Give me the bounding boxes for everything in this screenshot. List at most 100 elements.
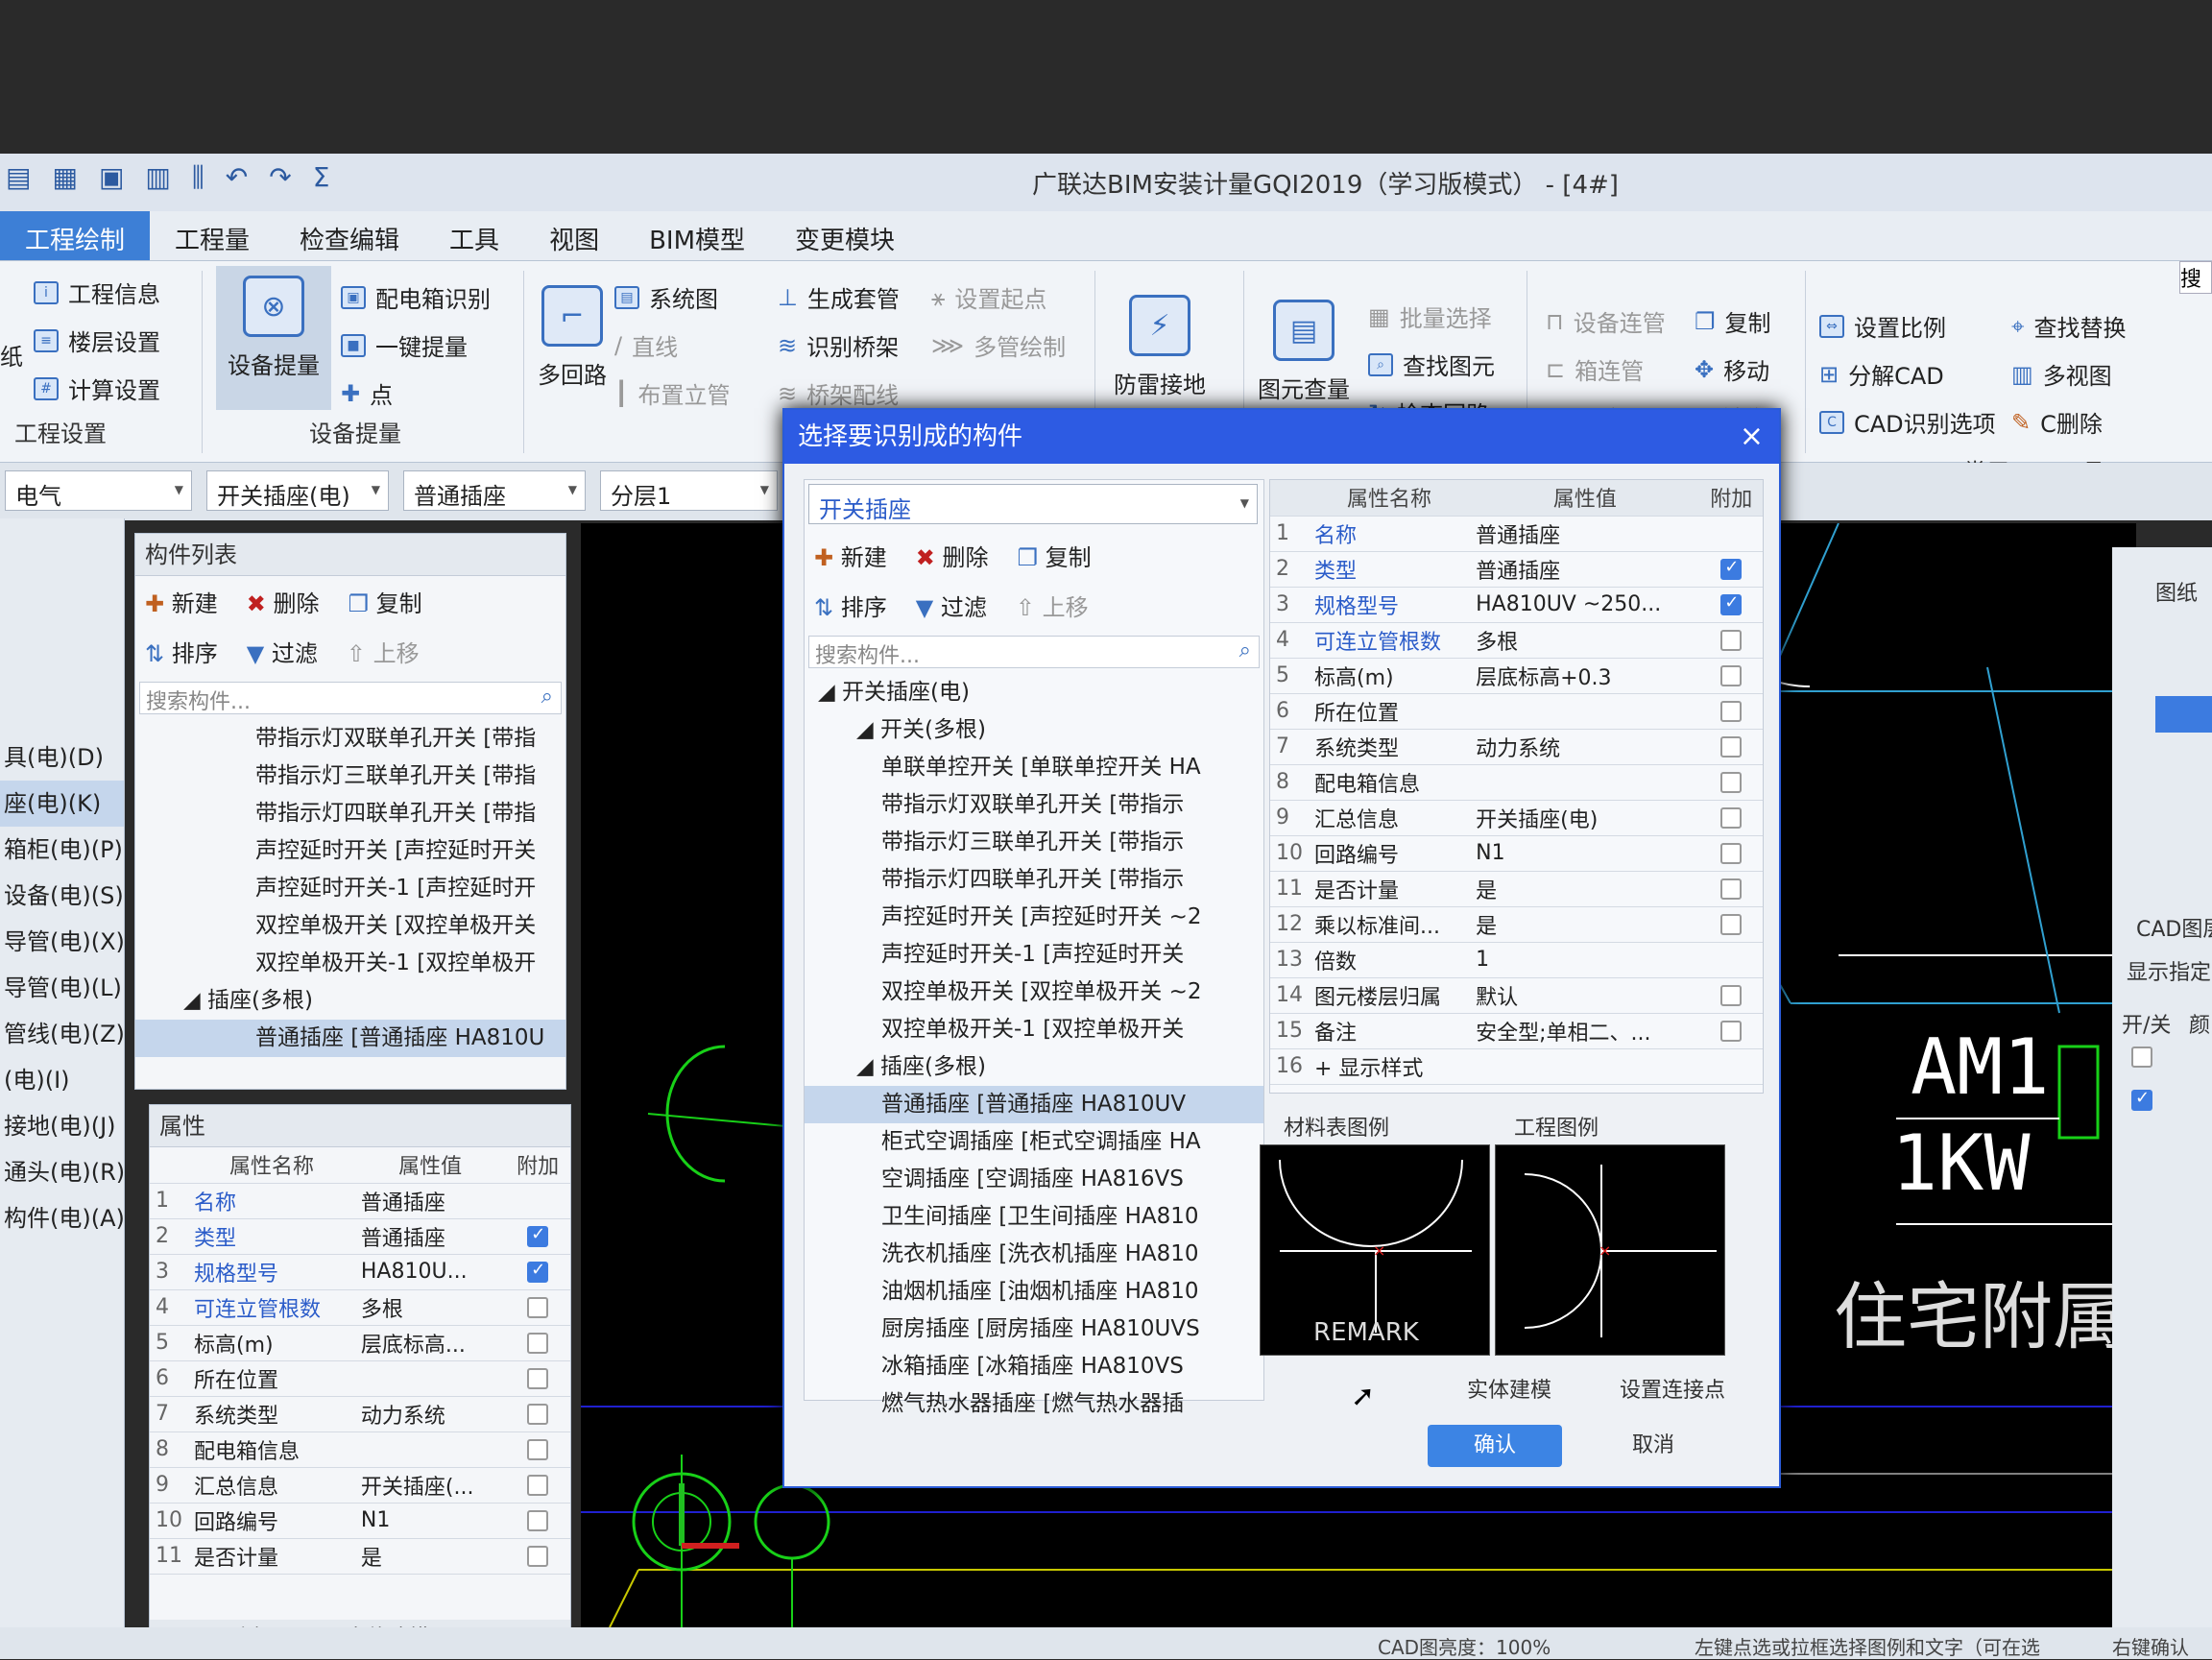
nav-item-socket[interactable]: 座(电)(K) <box>0 781 124 827</box>
new-component-button[interactable]: ✚ 新建 <box>145 585 218 618</box>
decompose-cad-button[interactable]: ⊞ 分解CAD <box>1819 357 1944 391</box>
prop-value[interactable]: 普通插座 <box>1470 551 1700 588</box>
dialog-move-up-button[interactable]: ⇧ 上移 <box>1016 589 1089 622</box>
prop-value[interactable] <box>1470 1048 1700 1085</box>
split-icon[interactable]: ⫼ <box>192 161 204 194</box>
extra-checkbox[interactable] <box>527 1546 549 1567</box>
cad-options-button[interactable]: C CAD识别选项 <box>1819 405 1996 439</box>
prop-value[interactable]: 开关插座(电) <box>1470 800 1700 836</box>
prop-value[interactable]: N1 <box>1470 835 1700 872</box>
extra-checkbox[interactable] <box>527 1224 549 1247</box>
extra-checkbox[interactable] <box>527 1439 549 1460</box>
batch-select-button[interactable]: ▦ 批量选择 <box>1368 300 1492 333</box>
extra-checkbox[interactable] <box>527 1404 549 1425</box>
property-row[interactable]: 1 名称 普通插座 <box>1270 516 1763 552</box>
prop-value[interactable]: 多根 <box>354 1289 506 1326</box>
dialog-delete-button[interactable]: ✖ 删除 <box>916 539 989 572</box>
prop-value[interactable] <box>1470 764 1700 801</box>
property-row[interactable]: 11 是否计量是 <box>1270 871 1763 907</box>
nav-item-equipment[interactable]: 设备(电)(S) <box>0 873 124 919</box>
property-row[interactable]: 3 规格型号 HA810UV ~250... <box>1270 587 1763 623</box>
property-row[interactable]: 11 是否计量是 <box>150 1538 570 1575</box>
solid-model-button[interactable]: 实体建模 <box>1447 1370 1572 1412</box>
dialog-category-select[interactable]: 开关插座 <box>808 484 1258 524</box>
property-row[interactable]: 13 倍数 1 <box>1270 942 1763 978</box>
switch-list-item[interactable]: 声控延时开关-1 [声控延时开关 <box>805 936 1263 974</box>
prop-value[interactable]: 普通插座 <box>354 1218 506 1255</box>
c-delete-button[interactable]: ✎ C删除 <box>2011 405 2103 439</box>
collapse-icon[interactable]: ◢ <box>818 680 835 705</box>
element-check-button[interactable]: ▤ 图元查量 <box>1258 300 1350 404</box>
property-row[interactable]: 9 汇总信息 开关插座(电) <box>1270 800 1763 836</box>
tab-bim-model[interactable]: BIM模型 <box>624 211 770 260</box>
property-row[interactable]: 7 系统类型 动力系统 <box>150 1396 570 1432</box>
property-row[interactable]: 4 可连立管根数 多根 <box>150 1289 570 1326</box>
prop-value[interactable]: 动力系统 <box>1470 729 1700 765</box>
dist-box-identify-button[interactable]: ▣ 配电箱识别 <box>341 280 491 314</box>
prop-value[interactable]: 动力系统 <box>354 1396 506 1432</box>
list-item[interactable]: 声控延时开关-1 [声控延时开 <box>135 870 565 907</box>
drawing-row-selected[interactable] <box>2155 696 2212 733</box>
point-button[interactable]: ✚ 点 <box>341 376 393 410</box>
property-row[interactable]: 14 图元楼层归属 默认 <box>1270 977 1763 1014</box>
socket-list-item[interactable]: 洗衣机插座 [洗衣机插座 HA810 <box>805 1236 1263 1273</box>
nav-item-conduit[interactable]: 导管(电)(X) <box>0 919 124 965</box>
property-row[interactable]: 2 类型 普通插座 <box>1270 551 1763 588</box>
system-diagram-button[interactable]: ▤ 系统图 <box>614 280 718 314</box>
prop-value[interactable]: HA810U... <box>354 1254 506 1290</box>
dialog-filter-button[interactable]: ▼ 过滤 <box>916 589 987 622</box>
property-row[interactable]: 16 + 显示样式 <box>1270 1048 1763 1085</box>
close-icon[interactable]: × <box>1740 410 1764 464</box>
tab-view[interactable]: 视图 <box>524 211 624 260</box>
prop-value[interactable]: 开关插座(... <box>354 1467 506 1504</box>
search-icon[interactable]: ⌕ <box>541 685 553 709</box>
layer-toggle-checkbox[interactable] <box>2131 1047 2152 1068</box>
property-row[interactable]: 10 回路编号 N1 <box>150 1503 570 1539</box>
calc-settings-button[interactable]: # 计算设置 <box>34 372 160 405</box>
prop-value[interactable]: 层底标高+0.3 <box>1470 658 1700 694</box>
prop-value[interactable]: 普通插座 <box>354 1183 506 1219</box>
tab-tools[interactable]: 工具 <box>424 211 524 260</box>
nav-item-i[interactable]: (电)(I) <box>0 1057 124 1103</box>
tree-root[interactable]: ◢ 开关插座(电) <box>805 674 1263 711</box>
extra-checkbox[interactable] <box>527 1260 549 1283</box>
generate-sleeve-button[interactable]: ⊥ 生成套管 <box>778 280 900 314</box>
set-start-button[interactable]: ⚹ 设置起点 <box>931 280 1046 314</box>
equip-connect-pipe-button[interactable]: ⊓ 设备连管 <box>1546 304 1666 338</box>
prop-value[interactable]: HA810UV ~250... <box>1470 587 1700 623</box>
property-row[interactable]: 5 标高(m) 层底标高+0.3 <box>1270 658 1763 694</box>
identify-bridge-button[interactable]: ≋ 识别桥架 <box>778 328 899 362</box>
property-row[interactable]: 4 可连立管根数 多根 <box>1270 622 1763 659</box>
multi-pipe-draw-button[interactable]: ⋙ 多管绘制 <box>931 328 1066 362</box>
dialog-sort-button[interactable]: ⇅ 排序 <box>814 589 887 622</box>
extra-checkbox[interactable] <box>1720 807 1743 829</box>
prop-value[interactable]: 多根 <box>1470 622 1700 659</box>
extra-checkbox[interactable] <box>1720 736 1743 758</box>
tab-project-draw[interactable]: 工程绘制 <box>0 211 151 260</box>
property-row[interactable]: 8 配电箱信息 <box>150 1431 570 1468</box>
tab-change-module[interactable]: 变更模块 <box>770 211 920 260</box>
nav-item-ground[interactable]: 接地(电)(J) <box>0 1103 124 1149</box>
prop-value[interactable] <box>1470 693 1700 730</box>
component-search-input[interactable]: 搜索构件... ⌕ <box>139 682 562 714</box>
copy-component-button[interactable]: ❐ 复制 <box>349 585 422 618</box>
tray-wiring-button[interactable]: ≋ 桥架配线 <box>778 376 899 410</box>
tab-check-edit[interactable]: 检查编辑 <box>275 211 424 260</box>
equip-quantity-button[interactable]: ⊗ 设备提量 <box>216 266 331 410</box>
switch-list-item[interactable]: 带指示灯三联单孔开关 [带指示 <box>805 824 1263 861</box>
new-file-icon[interactable]: ▤ <box>6 161 31 194</box>
nav-item-connector[interactable]: 通头(电)(R) <box>0 1149 124 1195</box>
floor-settings-button[interactable]: ≡ 楼层设置 <box>34 324 160 357</box>
extra-checkbox[interactable] <box>1720 914 1743 935</box>
extra-checkbox[interactable] <box>1720 557 1743 580</box>
property-row[interactable]: 7 系统类型 动力系统 <box>1270 729 1763 765</box>
property-row[interactable]: 6 所在位置 <box>150 1360 570 1397</box>
nav-item-pipeline[interactable]: 管线(电)(Z) <box>0 1011 124 1057</box>
switch-list-item[interactable]: 声控延时开关 [声控延时开关 ~2 <box>805 899 1263 936</box>
collapse-icon[interactable]: ◢ <box>856 1054 874 1079</box>
move-up-button[interactable]: ⇧ 上移 <box>347 635 420 668</box>
dialog-copy-button[interactable]: ❐ 复制 <box>1018 539 1092 572</box>
sum-icon[interactable]: Σ <box>313 161 330 194</box>
vertical-pipe-button[interactable]: ┃ 布置立管 <box>614 376 730 410</box>
set-scale-button[interactable]: ⇔ 设置比例 <box>1819 309 1946 343</box>
